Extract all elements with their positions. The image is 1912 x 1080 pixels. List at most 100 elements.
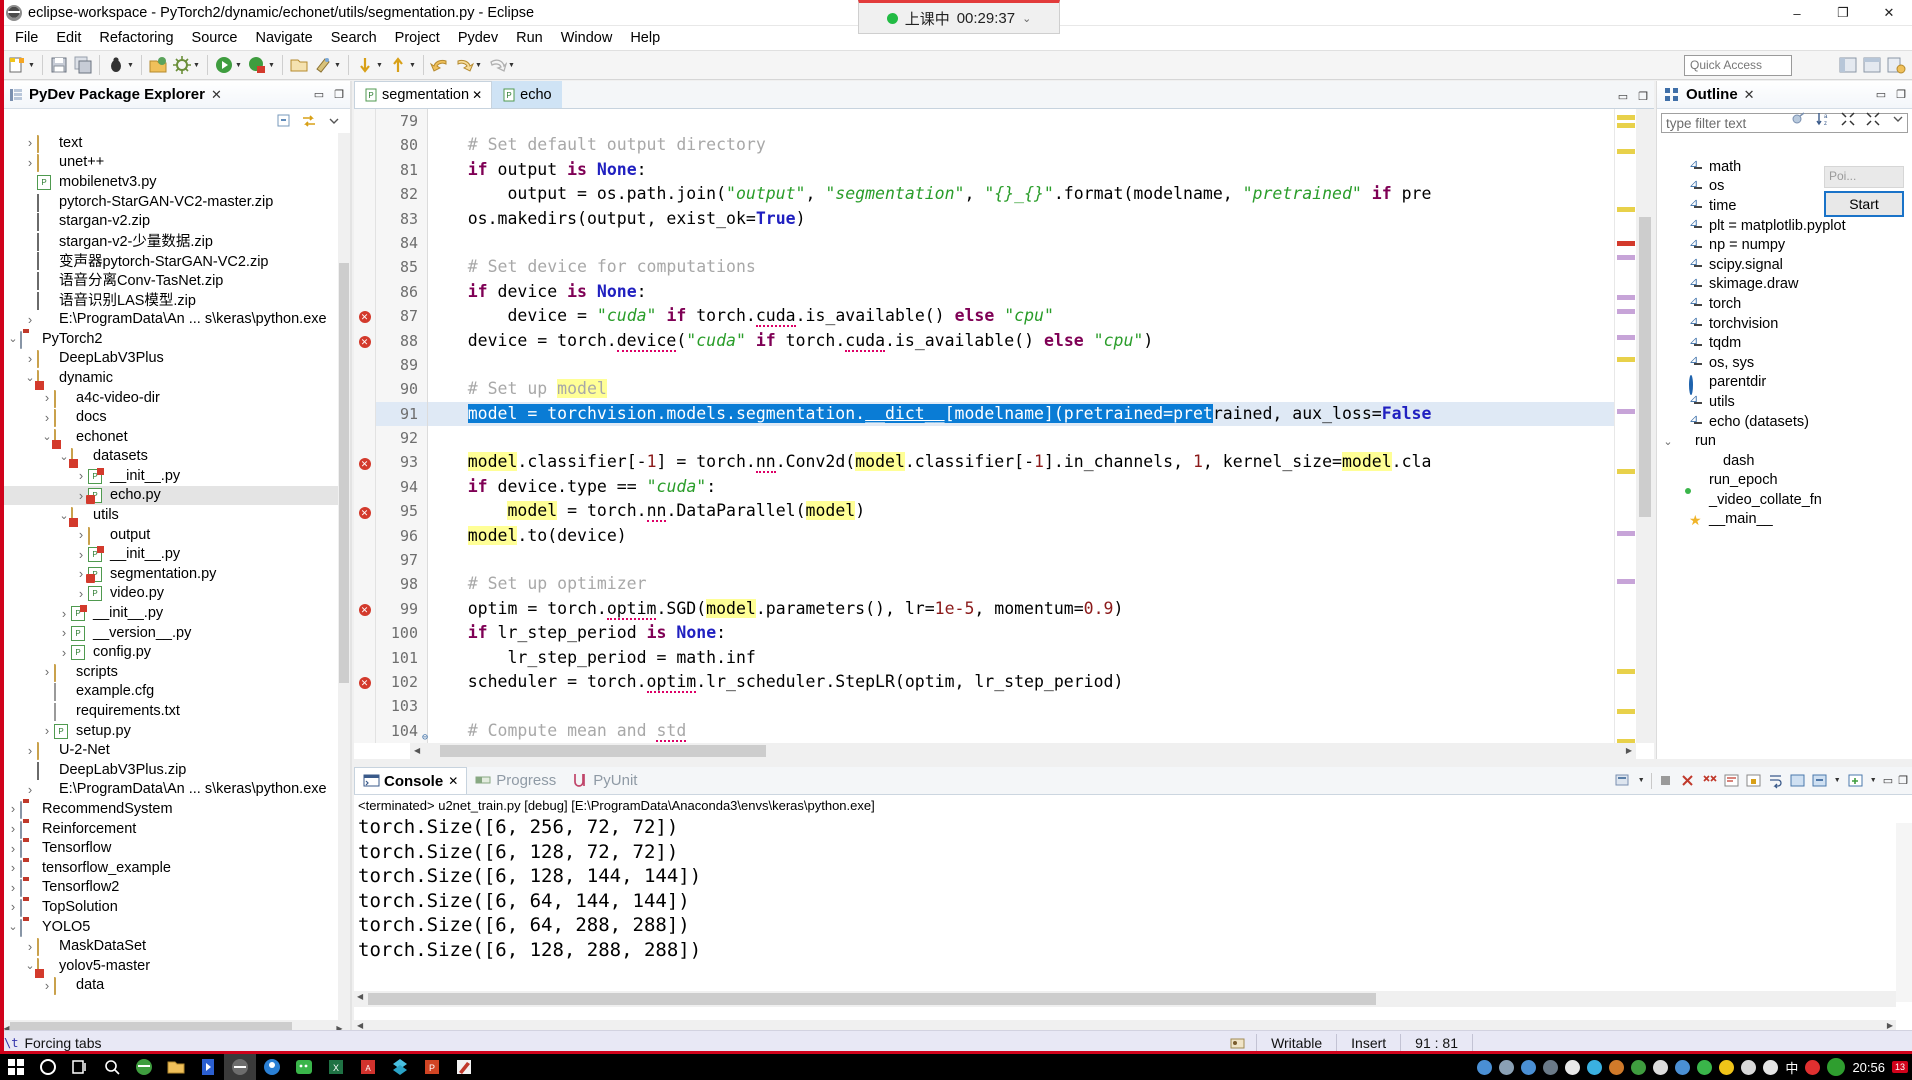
outline-item[interactable]: parentdir bbox=[1657, 373, 1912, 395]
menu-item-pydev[interactable]: Pydev bbox=[449, 28, 507, 48]
eclipse-icon[interactable] bbox=[128, 1054, 160, 1080]
open-perspective-icon[interactable] bbox=[1886, 55, 1906, 75]
tree-item[interactable]: › RecommendSystem bbox=[0, 799, 350, 819]
outline-item[interactable]: utils bbox=[1657, 392, 1912, 412]
tree-item[interactable]: › TopSolution bbox=[0, 897, 350, 917]
code-line[interactable]: output = os.path.join("output", "segment… bbox=[428, 182, 1614, 206]
tree-item[interactable]: › tensorflow_example bbox=[0, 858, 350, 878]
run-dropdown[interactable]: ▼ bbox=[234, 55, 243, 75]
scrollbar-thumb[interactable] bbox=[440, 745, 766, 757]
menu-item-project[interactable]: Project bbox=[386, 28, 449, 48]
tree-item[interactable]: 语音识别LAS模型.zip bbox=[0, 290, 350, 310]
green-shield-icon[interactable] bbox=[1697, 1059, 1713, 1075]
open-console-icon[interactable] bbox=[1811, 772, 1828, 789]
error-marker[interactable]: ✕ bbox=[354, 597, 375, 621]
code-line[interactable]: # Set device for computations bbox=[428, 255, 1614, 279]
menu-item-search[interactable]: Search bbox=[322, 28, 386, 48]
tree-item[interactable]: Pmobilenetv3.py bbox=[0, 172, 350, 192]
console-output[interactable]: torch.Size([6, 256, 72, 72]) torch.Size([… bbox=[354, 815, 1912, 962]
editor-vertical-scrollbar[interactable] bbox=[1636, 109, 1654, 743]
chevron-right-icon[interactable]: › bbox=[40, 390, 54, 405]
tab-console[interactable]: Console ✕ bbox=[354, 767, 468, 794]
display-selected-console-icon[interactable] bbox=[1615, 772, 1632, 789]
tree-item[interactable]: ⌄ datasets bbox=[0, 447, 350, 469]
maximize-button[interactable]: ❐ bbox=[1820, 0, 1866, 26]
scrollbar-thumb[interactable] bbox=[1639, 217, 1651, 517]
console-output-scrollbar[interactable]: ◀ bbox=[354, 991, 1896, 1007]
code-line[interactable]: # Compute mean and std bbox=[428, 719, 1614, 743]
taskbar-clock[interactable]: 20:56 bbox=[1852, 1060, 1885, 1075]
code-line[interactable]: if device is None: bbox=[428, 280, 1614, 304]
chevron-right-icon[interactable]: › bbox=[57, 625, 71, 640]
close-icon[interactable]: ✕ bbox=[448, 774, 458, 788]
close-icon[interactable]: ✕ bbox=[472, 88, 482, 102]
new-wizard-dropdown[interactable]: ▼ bbox=[27, 55, 36, 75]
excel-icon[interactable]: X bbox=[320, 1054, 352, 1080]
outline-tab[interactable]: Outline ✕ ▭ ❐ bbox=[1657, 81, 1912, 109]
close-icon[interactable]: ✕ bbox=[211, 87, 222, 103]
chevron-right-icon[interactable]: › bbox=[23, 782, 37, 797]
outline-item[interactable]: dash bbox=[1657, 451, 1912, 471]
outline-item[interactable]: torch bbox=[1657, 294, 1912, 314]
minimize-icon[interactable]: ▭ bbox=[1876, 88, 1886, 101]
smart-insert-icon[interactable] bbox=[1229, 1034, 1246, 1051]
chevron-right-icon[interactable]: › bbox=[23, 743, 37, 758]
chevron-right-icon[interactable]: › bbox=[40, 978, 54, 993]
error-marker[interactable]: ✕ bbox=[354, 450, 375, 474]
code-line[interactable] bbox=[428, 694, 1614, 718]
sogou-icon[interactable] bbox=[1805, 1059, 1821, 1075]
tree-item[interactable]: › P __version__.py bbox=[0, 623, 350, 643]
score-icon[interactable] bbox=[1827, 1058, 1846, 1076]
coverage-button[interactable]: ▼ bbox=[245, 52, 278, 78]
tree-item[interactable]: › a4c-video-dir bbox=[0, 388, 350, 408]
chevron-right-icon[interactable]: › bbox=[74, 586, 88, 601]
new-wizard-button[interactable]: ▼ bbox=[5, 52, 38, 78]
minimize-icon[interactable]: ▭ bbox=[314, 88, 324, 101]
pin-console-icon[interactable] bbox=[1789, 772, 1806, 789]
outline-item[interactable]: echo (datasets) bbox=[1657, 412, 1912, 432]
sync-icon[interactable] bbox=[1587, 1059, 1603, 1075]
scroll-left-arrow-icon[interactable]: ◀ bbox=[357, 992, 363, 1001]
tree-item[interactable]: stargan-v2.zip bbox=[0, 211, 350, 232]
chevron-right-icon[interactable]: › bbox=[6, 860, 20, 875]
build-button[interactable]: ▼ bbox=[170, 52, 203, 78]
maximize-icon[interactable]: ❐ bbox=[1638, 90, 1648, 103]
windows-start-icon[interactable] bbox=[0, 1054, 32, 1080]
minimize-icon[interactable]: ▭ bbox=[1883, 774, 1893, 787]
chevron-right-icon[interactable]: › bbox=[6, 899, 20, 914]
outline-item[interactable]: scipy.signal bbox=[1657, 255, 1912, 275]
tree-item[interactable]: › Pvideo.py bbox=[0, 584, 350, 604]
error-marker[interactable]: ✕ bbox=[354, 499, 375, 523]
network-icon[interactable] bbox=[1499, 1059, 1515, 1075]
plus-icon[interactable] bbox=[1719, 1059, 1735, 1075]
outline-item[interactable]: _video_collate_fn bbox=[1657, 488, 1912, 510]
file-explorer-icon[interactable] bbox=[160, 1054, 192, 1080]
error-marker[interactable]: ✕ bbox=[354, 670, 375, 694]
menu-item-help[interactable]: Help bbox=[621, 28, 669, 48]
usb-icon[interactable] bbox=[1653, 1059, 1669, 1075]
popup-text-field[interactable]: Poi... bbox=[1824, 166, 1904, 188]
forward-dropdown[interactable]: ▼ bbox=[474, 55, 483, 75]
undo-button[interactable]: ▼ bbox=[485, 52, 518, 78]
task-view-icon[interactable] bbox=[64, 1054, 96, 1080]
menu-item-run[interactable]: Run bbox=[507, 28, 552, 48]
settings-icon[interactable] bbox=[1543, 1059, 1559, 1075]
package-explorer-tree[interactable]: › text › unet++ Pmobilenetv3.py pytorch-StarG… bbox=[0, 133, 350, 1020]
tree-item[interactable]: › DeepLabV3Plus bbox=[0, 349, 350, 369]
bell-icon[interactable] bbox=[1565, 1059, 1581, 1075]
menu-item-refactoring[interactable]: Refactoring bbox=[90, 28, 182, 48]
chevron-right-icon[interactable]: › bbox=[23, 312, 37, 327]
minimize-button[interactable]: – bbox=[1774, 0, 1820, 26]
save-button[interactable] bbox=[47, 52, 71, 78]
editor-overview-ruler[interactable] bbox=[1614, 109, 1636, 744]
outline-tree[interactable]: math os time plt = matplotlib.pyplot np = nu… bbox=[1657, 157, 1912, 759]
code-line[interactable]: # Set up optimizer bbox=[428, 572, 1614, 596]
outline-item[interactable]: skimage.draw bbox=[1657, 275, 1912, 295]
volume-icon[interactable] bbox=[1763, 1059, 1779, 1075]
paint-icon[interactable] bbox=[448, 1054, 480, 1080]
chevron-right-icon[interactable]: › bbox=[40, 410, 54, 425]
snail-icon[interactable] bbox=[1609, 1059, 1625, 1075]
chevron-down-icon[interactable]: ⌄ bbox=[1661, 435, 1675, 448]
tree-item[interactable]: › Psetup.py bbox=[0, 721, 350, 741]
remove-launch-icon[interactable] bbox=[1679, 772, 1696, 789]
